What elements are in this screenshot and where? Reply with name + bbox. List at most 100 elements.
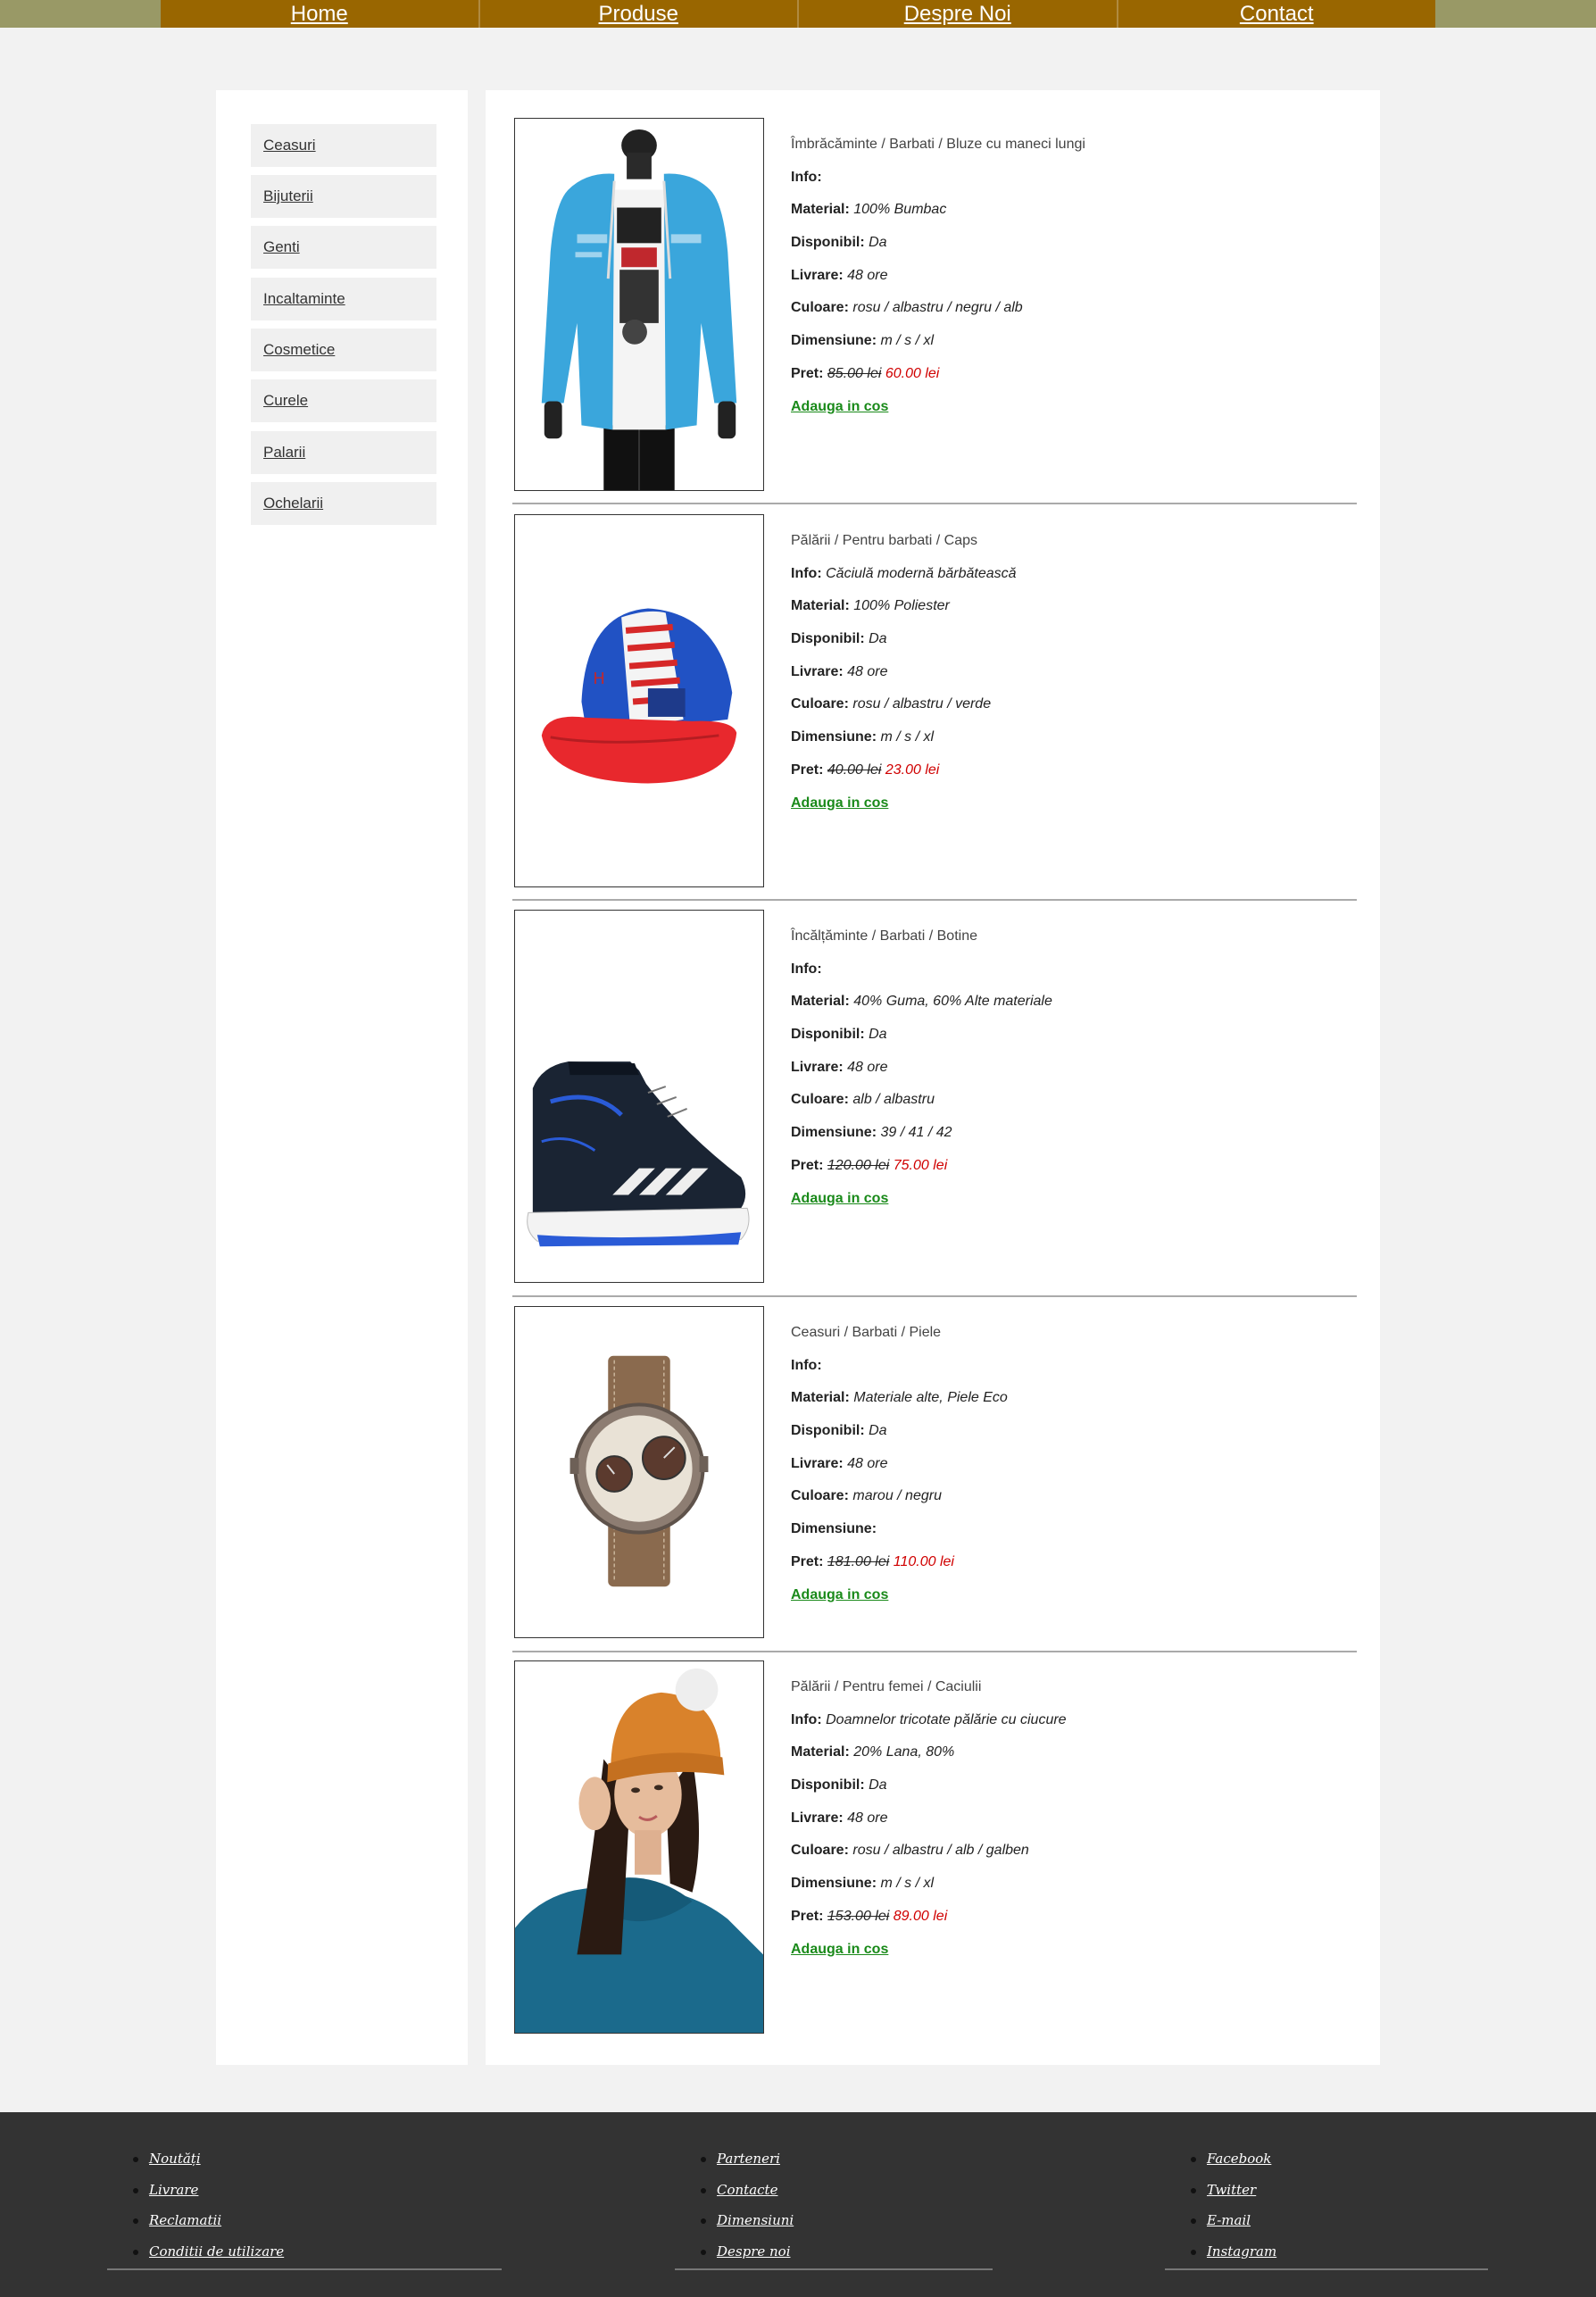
product-price: Pret: 153.00 lei 89.00 lei <box>791 1908 948 1924</box>
sidebar-item-bijuterii[interactable]: Bijuterii <box>251 175 436 218</box>
add-to-cart-link[interactable]: Adauga in cos <box>791 399 888 414</box>
old-price: 181.00 lei <box>827 1553 890 1569</box>
footer-link-dimensiuni[interactable]: Dimensiuni <box>697 2205 794 2236</box>
new-price: 110.00 lei <box>893 1553 954 1569</box>
product-color: Culoare: rosu / albastru / verde <box>791 696 992 712</box>
nav-despre-noi[interactable]: Despre Noi <box>799 0 1118 28</box>
nav-produse[interactable]: Produse <box>480 0 799 28</box>
sneaker-image[interactable] <box>514 910 764 1283</box>
product-divider <box>512 1651 1357 1652</box>
beanie-image[interactable] <box>514 1660 764 2034</box>
footer-link-conditii[interactable]: Conditii de utilizare <box>129 2236 284 2268</box>
product-details: Pălării / Pentru barbati / Caps Info: Că… <box>791 525 1344 820</box>
hoodie-image[interactable] <box>514 118 764 491</box>
product-size: Dimensiune: m / s / xl <box>791 729 935 745</box>
product-info: Info: Doamnelor tricotate pălărie cu ciu… <box>791 1711 1067 1727</box>
nav-home[interactable]: Home <box>161 0 480 28</box>
footer-link-livrare[interactable]: Livrare <box>129 2175 284 2206</box>
top-bar: Home Produse Despre Noi Contact <box>0 0 1596 28</box>
product-category: Pălării / Pentru barbati / Caps <box>791 533 977 548</box>
sidebar-item-ochelarii[interactable]: Ochelarii <box>251 482 436 525</box>
product-material: Material: 40% Guma, 60% Alte materiale <box>791 994 1052 1010</box>
footer-column-company: Parteneri Contacte Dimensiuni Despre noi <box>675 2143 993 2270</box>
product-delivery: Livrare: 48 ore <box>791 663 888 679</box>
product-color: Culoare: rosu / albastru / negru / alb <box>791 300 1023 316</box>
footer-divider <box>107 2268 502 2270</box>
product-list: Îmbrăcăminte / Barbati / Bluze cu maneci… <box>486 90 1380 2065</box>
cap-image[interactable]: H <box>514 514 764 887</box>
footer-column-info: Noutăți Livrare Reclamatii Conditii de u… <box>107 2143 502 2270</box>
footer-divider <box>675 2268 993 2270</box>
product-details: Încălțăminte / Barbati / Botine Info: Ma… <box>791 920 1344 1215</box>
footer: Noutăți Livrare Reclamatii Conditii de u… <box>0 2112 1596 2297</box>
new-price: 60.00 lei <box>885 365 940 381</box>
product-info: Info: <box>791 961 822 977</box>
footer-link-twitter[interactable]: Twitter <box>1187 2175 1276 2206</box>
product-price: Pret: 40.00 lei 23.00 lei <box>791 762 940 778</box>
footer-link-facebook[interactable]: Facebook <box>1187 2143 1276 2175</box>
sidebar-item-genti[interactable]: Genti <box>251 226 436 269</box>
product-details: Îmbrăcăminte / Barbati / Bluze cu maneci… <box>791 129 1344 423</box>
old-price: 40.00 lei <box>827 762 882 778</box>
old-price: 120.00 lei <box>827 1157 890 1173</box>
category-sidebar: Ceasuri Bijuterii Genti Incaltaminte Cos… <box>216 90 468 2065</box>
sidebar-item-palarii[interactable]: Palarii <box>251 431 436 474</box>
footer-link-despre-noi[interactable]: Despre noi <box>697 2236 794 2268</box>
product-category: Îmbrăcăminte / Barbati / Bluze cu maneci… <box>791 137 1085 152</box>
add-to-cart-link[interactable]: Adauga in cos <box>791 1942 888 1957</box>
product-availability: Disponibil: Da <box>791 631 887 647</box>
product-color: Culoare: rosu / albastru / alb / galben <box>791 1843 1029 1859</box>
old-price: 85.00 lei <box>827 365 882 381</box>
product-divider <box>512 899 1357 901</box>
old-price: 153.00 lei <box>827 1908 890 1924</box>
product-price: Pret: 181.00 lei 110.00 lei <box>791 1553 954 1569</box>
product-info: Info: <box>791 1357 822 1373</box>
product-category: Pălării / Pentru femei / Caciulii <box>791 1679 982 1694</box>
product-material: Material: 100% Poliester <box>791 598 950 614</box>
product-size: Dimensiune: m / s / xl <box>791 1876 935 1892</box>
product-material: Material: 100% Bumbac <box>791 202 947 218</box>
product-category: Ceasuri / Barbati / Piele <box>791 1325 942 1340</box>
new-price: 89.00 lei <box>893 1908 948 1924</box>
product-size: Dimensiune: <box>791 1521 877 1537</box>
sidebar-item-cosmetice[interactable]: Cosmetice <box>251 329 436 371</box>
sidebar-item-curele[interactable]: Curele <box>251 379 436 422</box>
product-size: Dimensiune: 39 / 41 / 42 <box>791 1125 952 1141</box>
footer-column-social: Facebook Twitter E-mail Instagram <box>1165 2143 1488 2270</box>
footer-link-email[interactable]: E-mail <box>1187 2205 1276 2236</box>
footer-link-noutati[interactable]: Noutăți <box>129 2143 284 2175</box>
footer-link-contacte[interactable]: Contacte <box>697 2175 794 2206</box>
footer-divider <box>1165 2268 1488 2270</box>
add-to-cart-link[interactable]: Adauga in cos <box>791 1587 888 1602</box>
product-availability: Disponibil: Da <box>791 1777 887 1793</box>
product-color: Culoare: alb / albastru <box>791 1092 935 1108</box>
product-delivery: Livrare: 48 ore <box>791 1059 888 1075</box>
product-delivery: Livrare: 48 ore <box>791 1455 888 1471</box>
product-delivery: Livrare: 48 ore <box>791 267 888 283</box>
product-price: Pret: 85.00 lei 60.00 lei <box>791 365 940 381</box>
svg-text:H: H <box>593 670 604 688</box>
sidebar-item-ceasuri[interactable]: Ceasuri <box>251 124 436 167</box>
product-color: Culoare: marou / negru <box>791 1488 942 1504</box>
add-to-cart-link[interactable]: Adauga in cos <box>791 795 888 811</box>
nav-contact[interactable]: Contact <box>1118 0 1436 28</box>
add-to-cart-link[interactable]: Adauga in cos <box>791 1191 888 1206</box>
product-availability: Disponibil: Da <box>791 1423 887 1439</box>
product-availability: Disponibil: Da <box>791 1027 887 1043</box>
product-delivery: Livrare: 48 ore <box>791 1810 888 1826</box>
product-size: Dimensiune: m / s / xl <box>791 333 935 349</box>
product-price: Pret: 120.00 lei 75.00 lei <box>791 1157 948 1173</box>
sidebar-item-incaltaminte[interactable]: Incaltaminte <box>251 278 436 320</box>
product-details: Ceasuri / Barbati / Piele Info: Material… <box>791 1317 1344 1611</box>
watch-image[interactable] <box>514 1306 764 1638</box>
product-info: Info: <box>791 169 822 185</box>
product-material: Material: 20% Lana, 80% <box>791 1744 955 1760</box>
product-details: Pălării / Pentru femei / Caciulii Info: … <box>791 1671 1344 1966</box>
footer-link-instagram[interactable]: Instagram <box>1187 2236 1276 2268</box>
main-nav: Home Produse Despre Noi Contact <box>161 0 1435 28</box>
footer-link-reclamatii[interactable]: Reclamatii <box>129 2205 284 2236</box>
new-price: 75.00 lei <box>893 1157 948 1173</box>
footer-link-parteneri[interactable]: Parteneri <box>697 2143 794 2175</box>
product-availability: Disponibil: Da <box>791 235 887 251</box>
product-divider <box>512 503 1357 504</box>
